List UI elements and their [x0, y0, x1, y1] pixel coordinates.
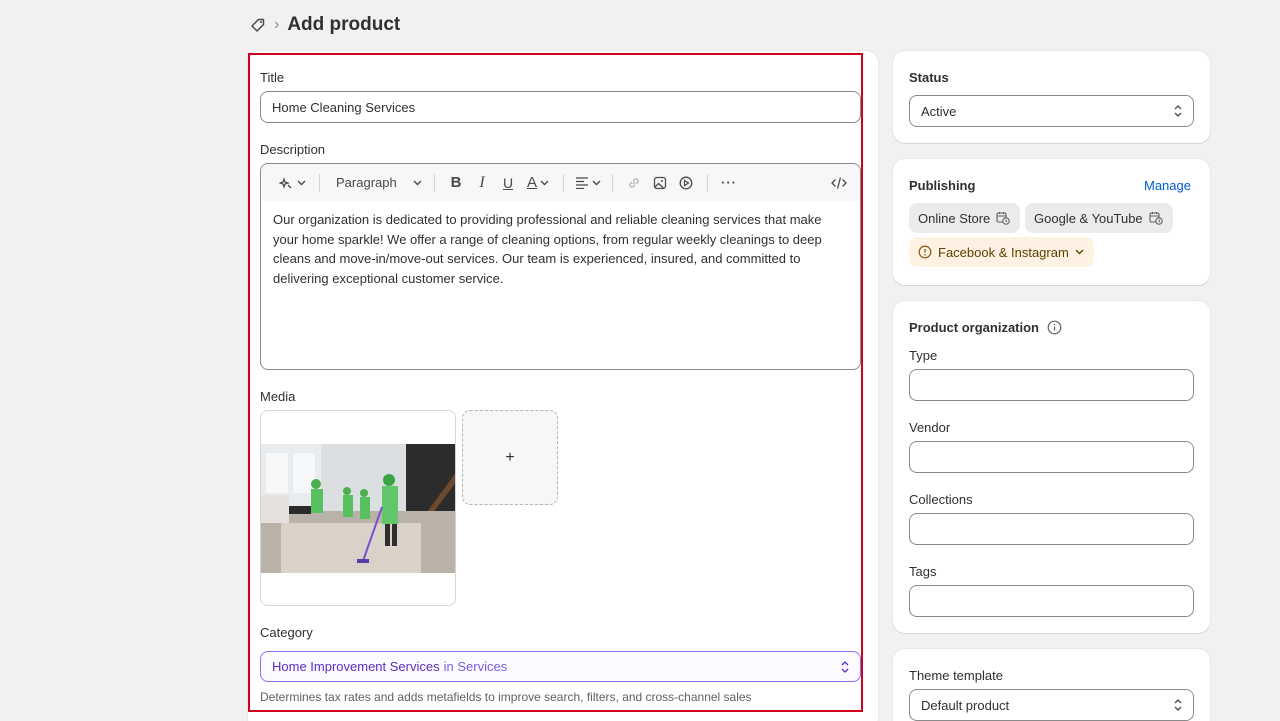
- underline-icon[interactable]: U: [495, 170, 521, 196]
- chevron-down-icon: [1075, 249, 1084, 255]
- organization-label: Product organization: [909, 320, 1039, 335]
- tags-input[interactable]: [909, 585, 1194, 617]
- category-help-text: Determines tax rates and adds metafields…: [260, 690, 752, 704]
- toolbar-divider: [319, 173, 320, 192]
- magic-button[interactable]: [273, 170, 311, 196]
- tags-label: Tags: [909, 564, 937, 579]
- info-icon[interactable]: [1047, 320, 1062, 335]
- type-input[interactable]: [909, 369, 1194, 401]
- add-media-button[interactable]: +: [462, 410, 558, 505]
- page-header: › Add product: [250, 13, 400, 37]
- chevron-down-icon: [413, 180, 422, 185]
- status-label: Status: [909, 70, 949, 85]
- cleaning-photo-image: [261, 411, 455, 605]
- toolbar-divider: [612, 173, 613, 192]
- vendor-label: Vendor: [909, 420, 951, 435]
- category-parent: in Services: [443, 659, 508, 674]
- description-label: Description: [260, 142, 326, 157]
- toolbar-divider: [707, 173, 708, 192]
- editor-toolbar: Paragraph B I U A ···: [261, 164, 860, 201]
- category-select[interactable]: Home Improvement Services in Services: [260, 651, 861, 682]
- paragraph-dropdown[interactable]: Paragraph: [328, 170, 426, 196]
- status-value: Active: [921, 103, 957, 119]
- chevron-down-icon: [540, 180, 549, 185]
- channel-name: Online Store: [918, 210, 991, 226]
- title-input-value: Home Cleaning Services: [272, 99, 416, 115]
- text-color-icon: A: [526, 174, 537, 191]
- theme-value: Default product: [921, 697, 1010, 713]
- channel-pill-google-youtube[interactable]: Google & YouTube: [1025, 203, 1173, 233]
- status-select[interactable]: Active: [909, 95, 1194, 127]
- chevron-down-icon: [592, 180, 601, 185]
- calendar-clock-icon: [996, 212, 1011, 225]
- description-text[interactable]: Our organization is dedicated to providi…: [261, 201, 860, 297]
- theme-select[interactable]: Default product: [909, 689, 1194, 721]
- description-editor: Paragraph B I U A ··· Our organization i…: [260, 163, 861, 370]
- bold-icon[interactable]: B: [443, 170, 469, 196]
- calendar-clock-icon: [1149, 212, 1163, 225]
- tag-icon[interactable]: [250, 17, 266, 33]
- plus-icon: +: [505, 448, 515, 466]
- media-label: Media: [260, 389, 296, 404]
- sparkle-icon: [278, 176, 291, 189]
- title-label: Title: [260, 70, 285, 85]
- collections-input[interactable]: [909, 513, 1194, 545]
- video-icon[interactable]: [673, 170, 699, 196]
- channel-name: Google & YouTube: [1034, 210, 1143, 226]
- code-icon[interactable]: [826, 170, 852, 196]
- channel-pill-online-store[interactable]: Online Store: [909, 203, 1021, 233]
- align-left-icon: [576, 176, 588, 189]
- breadcrumb-chevron-icon: ›: [274, 16, 280, 33]
- manage-link[interactable]: Manage: [1144, 178, 1191, 193]
- image-icon[interactable]: [647, 170, 673, 196]
- paragraph-label: Paragraph: [336, 175, 397, 190]
- title-input[interactable]: Home Cleaning Services: [260, 91, 861, 123]
- text-color-button[interactable]: A: [521, 170, 555, 196]
- warning-icon: [918, 245, 932, 259]
- category-value: Home Improvement Services: [272, 659, 440, 674]
- select-chevron-icon: [1174, 105, 1182, 117]
- select-chevron-icon: [1174, 699, 1182, 711]
- type-label: Type: [909, 348, 938, 363]
- channel-pill-facebook-instagram[interactable]: Facebook & Instagram: [909, 237, 1094, 267]
- italic-icon[interactable]: I: [469, 170, 495, 196]
- theme-label: Theme template: [909, 668, 1003, 683]
- product-details-card: [248, 51, 878, 721]
- link-icon[interactable]: [621, 170, 647, 196]
- vendor-input[interactable]: [909, 441, 1194, 473]
- align-button[interactable]: [572, 170, 604, 196]
- chevron-down-icon: [297, 180, 305, 185]
- publishing-label: Publishing: [909, 178, 976, 193]
- page-title: Add product: [287, 14, 401, 35]
- select-chevron-icon: [841, 660, 849, 673]
- toolbar-divider: [434, 173, 435, 192]
- channel-name: Facebook & Instagram: [938, 244, 1069, 260]
- category-label: Category: [260, 625, 313, 640]
- toolbar-divider: [563, 173, 564, 192]
- collections-label: Collections: [909, 492, 973, 507]
- more-icon[interactable]: ···: [716, 170, 742, 196]
- media-thumbnail[interactable]: [260, 410, 456, 606]
